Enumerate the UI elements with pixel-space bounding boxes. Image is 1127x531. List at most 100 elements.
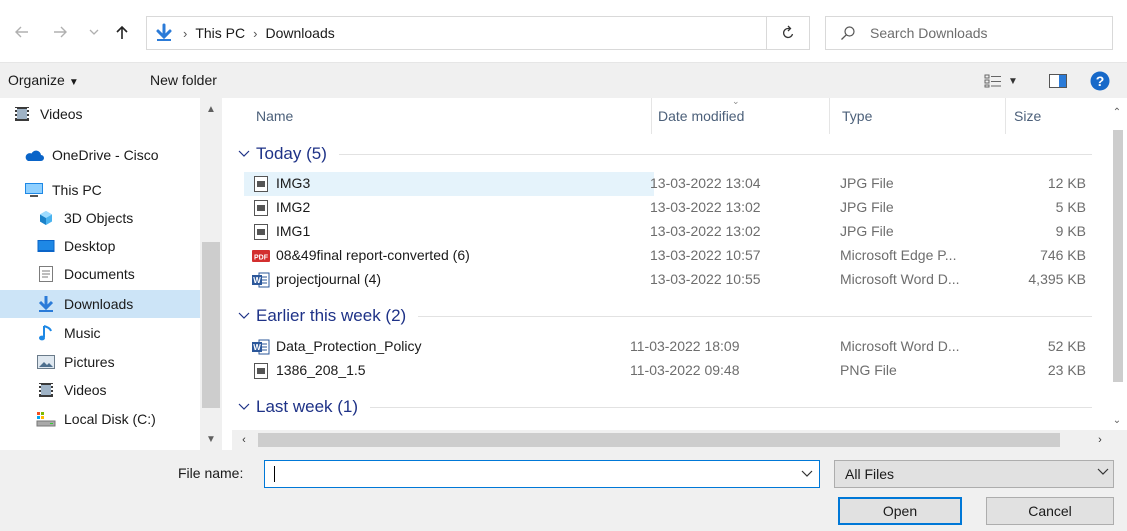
onedrive-cloud-icon — [24, 146, 44, 164]
recent-locations-chevron-icon[interactable] — [84, 22, 104, 42]
nav-item-local-disk[interactable]: Local Disk (C:) — [0, 405, 200, 433]
file-type: JPG File — [840, 223, 894, 239]
file-list-horizontal-scrollbar[interactable]: ‹ › — [232, 430, 1127, 450]
scroll-up-chevron-icon[interactable]: ▲ — [200, 100, 222, 118]
new-folder-button[interactable]: New folder — [150, 72, 217, 88]
command-toolbar: Organize ▼ New folder ▼ ? — [0, 62, 1127, 98]
nav-item-label: Pictures — [64, 354, 115, 370]
file-date: 13-03-2022 10:57 — [650, 247, 761, 263]
file-type: Microsoft Word D... — [840, 338, 960, 354]
scrollbar-thumb[interactable] — [258, 433, 1060, 447]
file-date: 13-03-2022 13:02 — [650, 223, 761, 239]
scrollbar-thumb[interactable] — [202, 242, 220, 408]
group-label: Last week (1) — [256, 397, 359, 416]
table-row[interactable]: IMG1 13-03-2022 13:02 JPG File 9 KB — [244, 220, 1104, 244]
navigation-scrollbar[interactable]: ▲ ▼ — [200, 98, 222, 450]
downloads-location-icon — [153, 22, 175, 44]
local-disk-icon — [36, 410, 56, 428]
image-file-icon — [252, 175, 270, 193]
table-row[interactable]: W Data_Protection_Policy 11-03-2022 18:0… — [244, 335, 1104, 359]
breadcrumb-downloads[interactable]: Downloads — [265, 25, 334, 41]
preview-pane-icon — [1049, 74, 1067, 88]
refresh-icon — [782, 25, 794, 39]
chevron-down-icon[interactable] — [795, 461, 819, 487]
help-button[interactable]: ? — [1088, 70, 1112, 92]
nav-item-desktop[interactable]: Desktop — [0, 232, 200, 260]
nav-item-pictures[interactable]: Pictures — [0, 348, 200, 376]
group-header-earlier-this-week[interactable]: Earlier this week (2) — [232, 302, 1102, 330]
open-button[interactable]: Open — [838, 497, 962, 525]
sort-indicator-icon: ⌄ — [732, 98, 740, 106]
file-name: IMG1 — [276, 223, 311, 239]
table-row[interactable]: IMG2 13-03-2022 13:02 JPG File 5 KB — [244, 196, 1104, 220]
search-input[interactable]: Search Downloads — [825, 16, 1113, 50]
column-header-type[interactable]: Type — [836, 98, 1006, 134]
scroll-down-chevron-icon[interactable]: ▼ — [200, 430, 222, 448]
nav-item-label: Downloads — [64, 296, 134, 312]
file-type-filter-select[interactable]: All Files — [834, 460, 1114, 488]
cancel-button[interactable]: Cancel — [986, 497, 1114, 525]
file-name: 08&49final report-converted (6) — [276, 247, 470, 263]
back-arrow-icon[interactable] — [12, 22, 32, 42]
nav-item-videos-top[interactable]: Videos — [0, 100, 200, 128]
table-row[interactable]: PDF 08&49final report-converted (6) 13-0… — [244, 244, 1104, 268]
word-file-icon: W — [252, 338, 270, 356]
file-list-vertical-scrollbar[interactable]: ⌃ ⌄ — [1107, 98, 1127, 430]
group-divider — [418, 315, 1092, 317]
scroll-up-chevron-icon[interactable]: ⌃ — [1107, 104, 1127, 120]
address-bar-row: › This PC › Downloads Search Downloads — [0, 0, 1127, 58]
image-file-icon — [252, 362, 270, 380]
nav-item-3d-objects[interactable]: 3D Objects — [0, 204, 200, 232]
file-type: PNG File — [840, 362, 897, 378]
nav-item-videos[interactable]: Videos — [0, 376, 200, 404]
file-list-pane[interactable]: Name Date modified ⌄ Type Size Today (5)… — [232, 98, 1127, 450]
address-box[interactable]: › This PC › Downloads — [146, 16, 809, 50]
table-row[interactable]: 1386_208_1.5 11-03-2022 09:48 PNG File 2… — [244, 359, 1104, 383]
nav-item-this-pc[interactable]: This PC — [0, 176, 200, 204]
group-label: Earlier this week (2) — [256, 306, 407, 325]
file-name: projectjournal (4) — [276, 271, 382, 287]
column-header-size[interactable]: Size — [1006, 98, 1102, 134]
file-date: 11-03-2022 18:09 — [630, 338, 740, 354]
nav-item-music[interactable]: Music — [0, 319, 200, 347]
navigation-pane[interactable]: Videos OneDrive - Cisco This PC 3D Objec… — [0, 98, 224, 450]
file-type-filter-value: All Files — [845, 466, 895, 482]
file-size: 4,395 KB — [1028, 271, 1086, 287]
scroll-down-chevron-icon[interactable]: ⌄ — [1107, 412, 1127, 428]
svg-text:PDF: PDF — [254, 255, 269, 262]
file-date: 11-03-2022 09:48 — [630, 362, 740, 378]
column-header-name[interactable]: Name — [244, 98, 652, 134]
group-header-last-week[interactable]: Last week (1) — [232, 393, 1102, 421]
nav-item-downloads[interactable]: Downloads — [0, 290, 200, 318]
chevron-down-icon: ▼ — [68, 77, 79, 88]
nav-item-onedrive[interactable]: OneDrive - Cisco — [0, 141, 200, 169]
column-header-date-modified[interactable]: Date modified — [652, 98, 830, 134]
nav-item-label: Music — [64, 325, 101, 341]
chevron-down-icon — [1097, 467, 1109, 479]
forward-arrow-icon[interactable] — [50, 22, 70, 42]
group-divider — [338, 153, 1092, 155]
change-view-button[interactable]: ▼ — [978, 70, 1024, 92]
desktop-icon — [36, 237, 56, 255]
nav-item-documents[interactable]: Documents — [0, 260, 200, 288]
image-file-icon — [252, 199, 270, 217]
file-size: 23 KB — [1047, 362, 1086, 378]
scrollbar-thumb[interactable] — [1113, 130, 1123, 382]
table-row[interactable]: IMG3 13-03-2022 13:04 JPG File 12 KB — [244, 172, 1104, 196]
breadcrumb-this-pc[interactable]: This PC — [195, 25, 245, 41]
group-header-today[interactable]: Today (5) — [232, 140, 1102, 168]
organize-button[interactable]: Organize ▼ — [8, 72, 79, 88]
scroll-right-chevron-icon[interactable]: › — [1090, 432, 1110, 448]
up-one-level-arrow-icon[interactable] — [112, 22, 132, 42]
videos-folder-icon — [12, 105, 32, 123]
nav-item-label: Local Disk (C:) — [64, 411, 156, 427]
breadcrumb-separator-icon: › — [253, 25, 258, 41]
word-file-icon: W — [252, 271, 270, 289]
preview-pane-button[interactable] — [1046, 70, 1070, 92]
refresh-button[interactable] — [766, 16, 810, 50]
table-row[interactable]: W projectjournal (4) 13-03-2022 10:55 Mi… — [244, 268, 1104, 292]
scroll-left-chevron-icon[interactable]: ‹ — [234, 432, 254, 448]
nav-item-label: OneDrive - Cisco — [52, 147, 159, 163]
file-type: JPG File — [840, 199, 894, 215]
file-name-field[interactable] — [264, 460, 820, 488]
